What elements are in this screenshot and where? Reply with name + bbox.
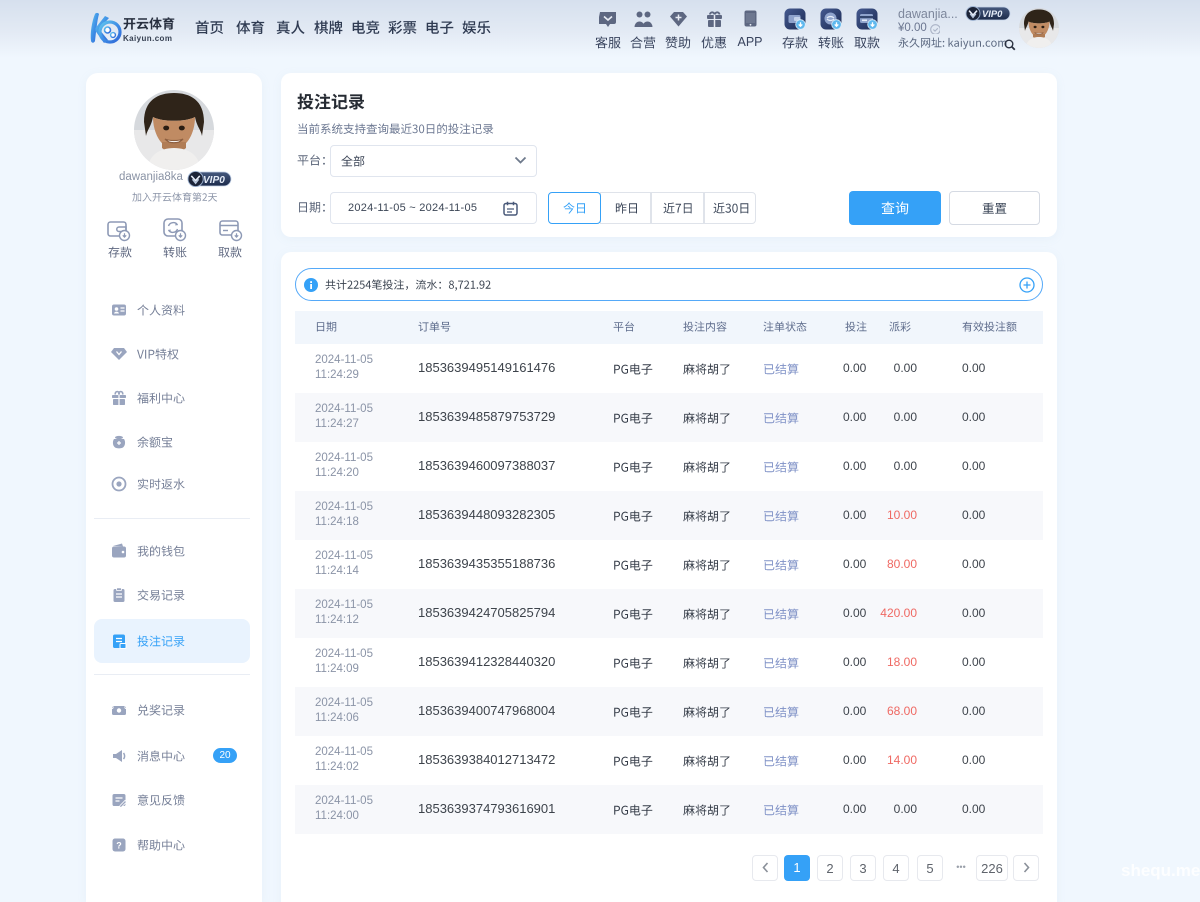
svg-text:?: ? [116, 841, 122, 851]
svg-text:VIP0: VIP0 [982, 8, 1003, 19]
svg-text:VIP0: VIP0 [203, 175, 225, 186]
